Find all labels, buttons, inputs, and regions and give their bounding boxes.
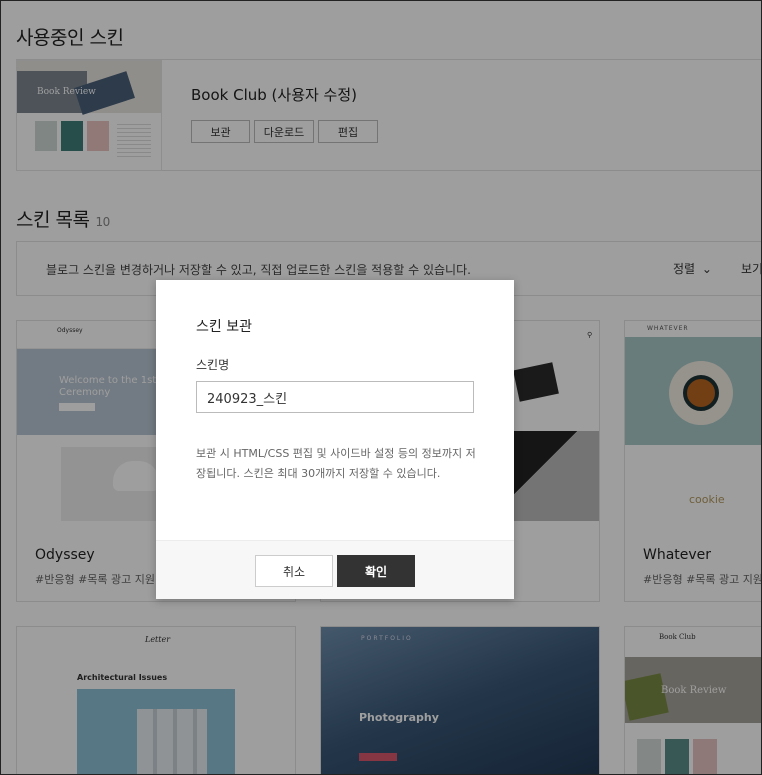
archive-skin-dialog: 스킨 보관 스킨명 보관 시 HTML/CSS 편집 및 사이드바 설정 등의 … xyxy=(156,280,514,599)
skin-name-input[interactable] xyxy=(196,381,474,413)
confirm-button[interactable]: 확인 xyxy=(337,555,415,587)
dialog-description: 보관 시 HTML/CSS 편집 및 사이드바 설정 등의 정보까지 저장됩니다… xyxy=(196,447,476,480)
dialog-footer: 취소 확인 xyxy=(156,540,514,599)
skin-name-label: 스킨명 xyxy=(196,358,230,372)
dialog-title: 스킨 보관 xyxy=(196,319,252,335)
page: 사용중인 스킨 Book Review Book Club (사용자 수정) 보… xyxy=(0,0,762,775)
cancel-button[interactable]: 취소 xyxy=(255,555,333,587)
